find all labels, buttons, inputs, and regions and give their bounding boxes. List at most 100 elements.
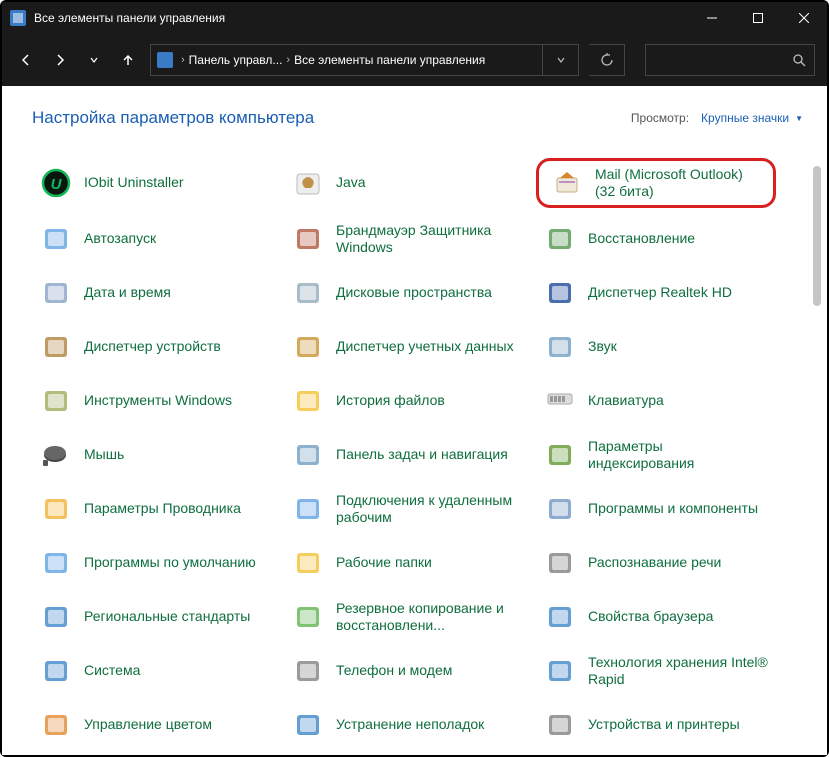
- control-panel-item[interactable]: Резервное копирование и восстановлени...: [284, 594, 524, 640]
- item-icon: [290, 165, 326, 201]
- scrollbar-thumb[interactable]: [813, 166, 821, 306]
- item-label: IObit Uninstaller: [84, 174, 184, 192]
- control-panel-icon: [10, 10, 26, 26]
- content-area: Настройка параметров компьютера Просмотр…: [2, 86, 827, 755]
- address-dropdown-button[interactable]: [542, 45, 578, 75]
- item-icon: [38, 491, 74, 527]
- page-title: Настройка параметров компьютера: [32, 108, 631, 128]
- control-panel-item[interactable]: Программы и компоненты: [536, 486, 776, 532]
- control-panel-item[interactable]: Рабочие папки: [284, 540, 524, 586]
- item-icon: [290, 491, 326, 527]
- item-icon: [38, 329, 74, 365]
- item-icon: [542, 275, 578, 311]
- item-icon: [290, 707, 326, 743]
- item-icon: [290, 545, 326, 581]
- item-label: Звук: [588, 338, 617, 356]
- control-panel-item[interactable]: Автозапуск: [32, 216, 272, 262]
- control-panel-item[interactable]: Устранение неполадок: [284, 702, 524, 748]
- up-button[interactable]: [116, 48, 140, 72]
- item-icon: [290, 437, 326, 473]
- item-label: Региональные стандарты: [84, 608, 250, 626]
- search-icon: [792, 53, 806, 67]
- item-label: Автозапуск: [84, 230, 156, 248]
- item-label: Резервное копирование и восстановлени...: [336, 600, 518, 635]
- address-field[interactable]: › Панель управл... › Все элементы панели…: [150, 44, 579, 76]
- item-icon: [542, 437, 578, 473]
- control-panel-item[interactable]: Система: [32, 648, 272, 694]
- breadcrumb-part[interactable]: Панель управл...: [189, 53, 283, 67]
- refresh-button[interactable]: [589, 44, 625, 76]
- control-panel-item[interactable]: Параметры индексирования: [536, 432, 776, 478]
- control-panel-item[interactable]: Mail (Microsoft Outlook) (32 бита): [536, 158, 776, 208]
- maximize-button[interactable]: [735, 2, 781, 34]
- control-panel-item[interactable]: Распознавание речи: [536, 540, 776, 586]
- item-icon: [290, 329, 326, 365]
- control-panel-item[interactable]: Параметры Проводника: [32, 486, 272, 532]
- control-panel-item[interactable]: Диспетчер учетных данных: [284, 324, 524, 370]
- item-label: Дисковые пространства: [336, 284, 492, 302]
- control-panel-item[interactable]: Управление цветом: [32, 702, 272, 748]
- control-panel-item[interactable]: Телефон и модем: [284, 648, 524, 694]
- item-icon: [38, 599, 74, 635]
- view-selector[interactable]: Крупные значки ▼: [701, 111, 803, 125]
- control-panel-item[interactable]: Java: [284, 158, 524, 208]
- address-bar: › Панель управл... › Все элементы панели…: [2, 34, 827, 86]
- item-label: Мышь: [84, 446, 124, 464]
- control-panel-item[interactable]: UIObit Uninstaller: [32, 158, 272, 208]
- item-icon: [38, 275, 74, 311]
- item-icon: [542, 329, 578, 365]
- item-icon: [38, 545, 74, 581]
- location-icon: [157, 52, 173, 68]
- control-panel-item[interactable]: Мышь: [32, 432, 272, 478]
- control-panel-item[interactable]: Дисковые пространства: [284, 270, 524, 316]
- chevron-right-icon: ›: [181, 54, 185, 66]
- item-icon: [290, 275, 326, 311]
- breadcrumb-part[interactable]: Все элементы панели управления: [294, 53, 485, 67]
- control-panel-item[interactable]: Подключения к удаленным рабочим: [284, 486, 524, 532]
- control-panel-item[interactable]: Программы по умолчанию: [32, 540, 272, 586]
- item-label: Клавиатура: [588, 392, 664, 410]
- item-icon: [549, 165, 585, 201]
- control-panel-item[interactable]: Восстановление: [536, 216, 776, 262]
- search-input[interactable]: [645, 44, 815, 76]
- control-panel-item[interactable]: Региональные стандарты: [32, 594, 272, 640]
- item-label: Диспетчер Realtek HD: [588, 284, 732, 302]
- item-icon: [290, 599, 326, 635]
- item-label: Устройства и принтеры: [588, 716, 740, 734]
- control-panel-item[interactable]: Дата и время: [32, 270, 272, 316]
- item-label: Параметры индексирования: [588, 438, 770, 473]
- item-label: История файлов: [336, 392, 445, 410]
- control-panel-item[interactable]: Брандмауэр Защитника Windows: [284, 216, 524, 262]
- control-panel-item[interactable]: Свойства браузера: [536, 594, 776, 640]
- control-panel-item[interactable]: История файлов: [284, 378, 524, 424]
- scrollbar[interactable]: [811, 96, 823, 745]
- item-icon: [542, 545, 578, 581]
- item-icon: [290, 653, 326, 689]
- minimize-button[interactable]: [689, 2, 735, 34]
- chevron-right-icon: ›: [286, 54, 290, 66]
- view-value: Крупные значки: [701, 111, 789, 125]
- item-icon: [38, 383, 74, 419]
- control-panel-item[interactable]: Диспетчер устройств: [32, 324, 272, 370]
- control-panel-item[interactable]: Технология хранения Intel® Rapid: [536, 648, 776, 694]
- chevron-down-icon: ▼: [795, 114, 803, 123]
- forward-button[interactable]: [48, 48, 72, 72]
- item-icon: [542, 491, 578, 527]
- item-label: Технология хранения Intel® Rapid: [588, 654, 770, 689]
- control-panel-item[interactable]: Устройства и принтеры: [536, 702, 776, 748]
- item-label: Восстановление: [588, 230, 695, 248]
- control-panel-item[interactable]: Диспетчер Realtek HD: [536, 270, 776, 316]
- close-button[interactable]: [781, 2, 827, 34]
- control-panel-item[interactable]: Клавиатура: [536, 378, 776, 424]
- item-label: Панель задач и навигация: [336, 446, 508, 464]
- item-icon: [38, 653, 74, 689]
- history-dropdown[interactable]: [82, 48, 106, 72]
- back-button[interactable]: [14, 48, 38, 72]
- control-panel-item[interactable]: Панель задач и навигация: [284, 432, 524, 478]
- control-panel-item[interactable]: Инструменты Windows: [32, 378, 272, 424]
- item-label: Система: [84, 662, 140, 680]
- item-label: Телефон и модем: [336, 662, 452, 680]
- item-icon: [38, 707, 74, 743]
- item-label: Рабочие папки: [336, 554, 432, 572]
- control-panel-item[interactable]: Звук: [536, 324, 776, 370]
